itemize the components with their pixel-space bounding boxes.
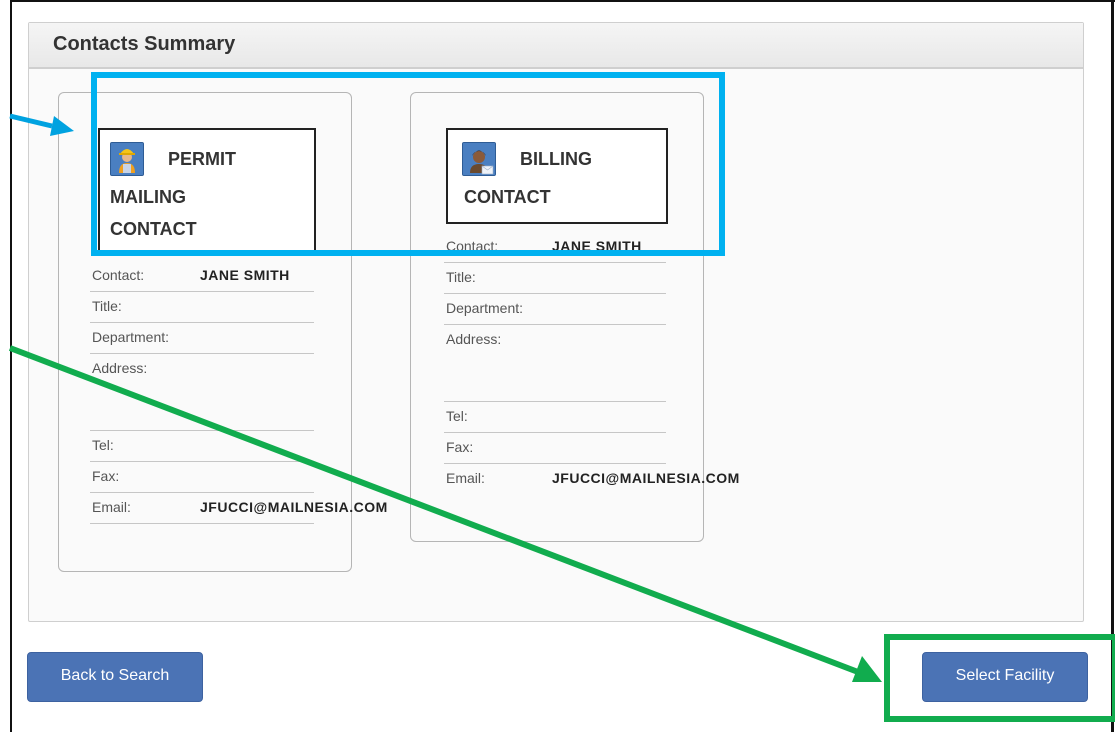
department-label: Department:: [92, 329, 170, 345]
email-value: JFUCCI@MAILNESIA.COM: [552, 470, 740, 486]
address-label: Address:: [92, 360, 148, 376]
frame-right-border: [1111, 0, 1114, 732]
fax-label: Fax:: [446, 439, 474, 455]
green-arrow-head: [852, 656, 882, 682]
email-label: Email:: [92, 499, 131, 515]
frame-left-border: [10, 0, 12, 732]
contact-value: JANE SMITH: [200, 267, 290, 283]
frame-top-border: [10, 0, 1115, 2]
tel-label: Tel:: [92, 437, 114, 453]
title-row: Title:: [444, 263, 666, 294]
address-label: Address:: [446, 331, 502, 347]
address-row: Address:: [444, 325, 666, 402]
tel-row: Tel:: [90, 431, 314, 462]
title-label: Title:: [92, 298, 122, 314]
email-row: Email: JFUCCI@MAILNESIA.COM: [90, 493, 387, 524]
fax-label: Fax:: [92, 468, 120, 484]
tel-row: Tel:: [444, 402, 666, 433]
department-row: Department:: [90, 323, 314, 354]
contact-row: Contact: JANE SMITH: [90, 261, 314, 292]
email-label: Email:: [446, 470, 485, 486]
select-facility-highlight-box: [884, 634, 1115, 722]
fax-row: Fax:: [90, 462, 314, 493]
back-to-search-button[interactable]: Back to Search: [27, 652, 203, 702]
title-label: Title:: [446, 269, 476, 285]
email-row: Email: JFUCCI@MAILNESIA.COM: [444, 464, 739, 494]
panel-header: Contacts Summary: [29, 23, 1083, 69]
address-row: Address:: [90, 354, 314, 431]
email-value: JFUCCI@MAILNESIA.COM: [200, 499, 388, 515]
title-row: Title:: [90, 292, 314, 323]
department-label: Department:: [446, 300, 524, 316]
department-row: Department:: [444, 294, 666, 325]
contact-type-highlight-box: [91, 72, 725, 256]
panel-title: Contacts Summary: [53, 33, 236, 55]
fax-row: Fax:: [444, 433, 666, 464]
tel-label: Tel:: [446, 408, 468, 424]
contact-label: Contact:: [92, 267, 145, 283]
